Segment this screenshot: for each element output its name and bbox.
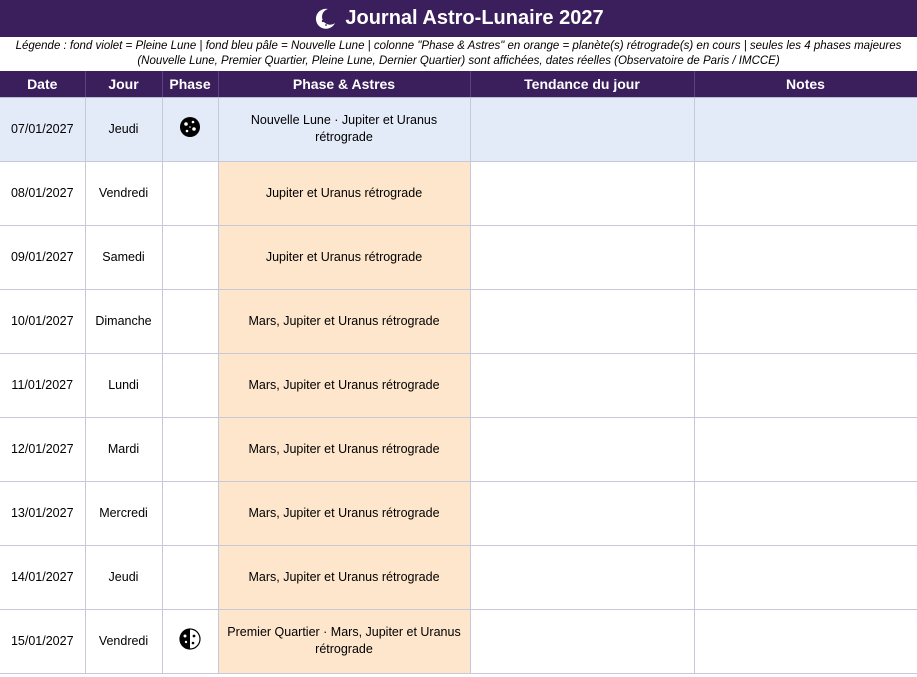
column-header-jour[interactable]: Jour [85,71,163,98]
table-row: 09/01/2027 Samedi Jupiter et Uranus rétrog… [0,225,917,290]
notes-cell[interactable] [694,609,917,674]
astres-cell[interactable]: Mars, Jupiter et Uranus rétrograde [218,289,471,354]
title-bar: Journal Astro-Lunaire 2027 [0,0,917,37]
astres-cell[interactable]: Jupiter et Uranus rétrograde [218,225,471,290]
table-row: 12/01/2027 Mardi Mars, Jupiter et Uranus r… [0,417,917,482]
date-cell[interactable]: 15/01/2027 [0,609,86,674]
astres-cell[interactable]: Mars, Jupiter et Uranus rétrograde [218,545,471,610]
astres-cell[interactable]: Mars, Jupiter et Uranus rétrograde [218,353,471,418]
phase-cell[interactable] [162,545,219,610]
day-cell[interactable]: Jeudi [85,97,163,162]
column-header-astres[interactable]: Phase & Astres [218,71,471,98]
astres-cell[interactable]: Mars, Jupiter et Uranus rétrograde [218,417,471,482]
table-row: 14/01/2027 Jeudi Mars, Jupiter et Uranus r… [0,545,917,610]
date-cell[interactable]: 11/01/2027 [0,353,86,418]
phase-cell[interactable] [162,225,219,290]
tendance-cell[interactable] [470,161,695,226]
table-row: 15/01/2027 Vendredi Premier Quartier · Mar… [0,609,917,674]
day-cell[interactable]: Lundi [85,353,163,418]
tendance-cell[interactable] [470,609,695,674]
date-cell[interactable]: 09/01/2027 [0,225,86,290]
phase-cell[interactable] [162,353,219,418]
table-row: 10/01/2027 Dimanche Mars, Jupiter et Uranu… [0,289,917,354]
notes-cell[interactable] [694,161,917,226]
table-row: 07/01/2027 Jeudi Nouvelle Lune · Jupiter e… [0,97,917,162]
new-moon-icon [179,116,201,141]
tendance-cell[interactable] [470,481,695,546]
column-header-notes[interactable]: Notes [694,71,917,98]
notes-cell[interactable] [694,545,917,610]
day-cell[interactable]: Vendredi [85,609,163,674]
column-header-date[interactable]: Date [0,71,86,98]
date-cell[interactable]: 13/01/2027 [0,481,86,546]
column-header-tendance[interactable]: Tendance du jour [470,71,695,98]
notes-cell[interactable] [694,289,917,354]
table-row: 08/01/2027 Vendredi Jupiter et Uranus rétr… [0,161,917,226]
astres-cell[interactable]: Premier Quartier · Mars, Jupiter et Uran… [218,609,471,674]
notes-cell[interactable] [694,97,917,162]
date-cell[interactable]: 14/01/2027 [0,545,86,610]
column-header-phase[interactable]: Phase [162,71,219,98]
notes-cell[interactable] [694,225,917,290]
phase-cell[interactable] [162,289,219,354]
date-cell[interactable]: 12/01/2027 [0,417,86,482]
table-row: 11/01/2027 Lundi Mars, Jupiter et Uranus r… [0,353,917,418]
tendance-cell[interactable] [470,289,695,354]
astres-cell[interactable]: Jupiter et Uranus rétrograde [218,161,471,226]
phase-cell[interactable] [162,417,219,482]
notes-cell[interactable] [694,481,917,546]
astres-cell[interactable]: Mars, Jupiter et Uranus rétrograde [218,481,471,546]
tendance-cell[interactable] [470,225,695,290]
day-cell[interactable]: Samedi [85,225,163,290]
day-cell[interactable]: Mardi [85,417,163,482]
day-cell[interactable]: Vendredi [85,161,163,226]
crescent-moon-icon [313,7,337,31]
notes-cell[interactable] [694,417,917,482]
phase-cell[interactable] [162,481,219,546]
first-quarter-icon [179,627,201,653]
phase-cell[interactable] [162,161,219,226]
day-cell[interactable]: Mercredi [85,481,163,546]
page-title: Journal Astro-Lunaire 2027 [345,7,604,29]
day-cell[interactable]: Jeudi [85,545,163,610]
day-cell[interactable]: Dimanche [85,289,163,354]
date-cell[interactable]: 08/01/2027 [0,161,86,226]
notes-cell[interactable] [694,353,917,418]
astres-cell[interactable]: Nouvelle Lune · Jupiter et Uranus rétrog… [218,97,471,162]
header-row: Date Jour Phase Phase & Astres Tendance … [0,71,917,98]
phase-cell[interactable] [162,97,219,162]
tendance-cell[interactable] [470,417,695,482]
legend-text: Légende : fond violet = Pleine Lune | fo… [0,37,917,71]
tendance-cell[interactable] [470,545,695,610]
table-row: 13/01/2027 Mercredi Mars, Jupiter et Uranu… [0,481,917,546]
date-cell[interactable]: 10/01/2027 [0,289,86,354]
date-cell[interactable]: 07/01/2027 [0,97,86,162]
journal-table: Date Jour Phase Phase & Astres Tendance … [0,71,917,674]
tendance-cell[interactable] [470,353,695,418]
phase-cell[interactable] [162,609,219,674]
tendance-cell[interactable] [470,97,695,162]
